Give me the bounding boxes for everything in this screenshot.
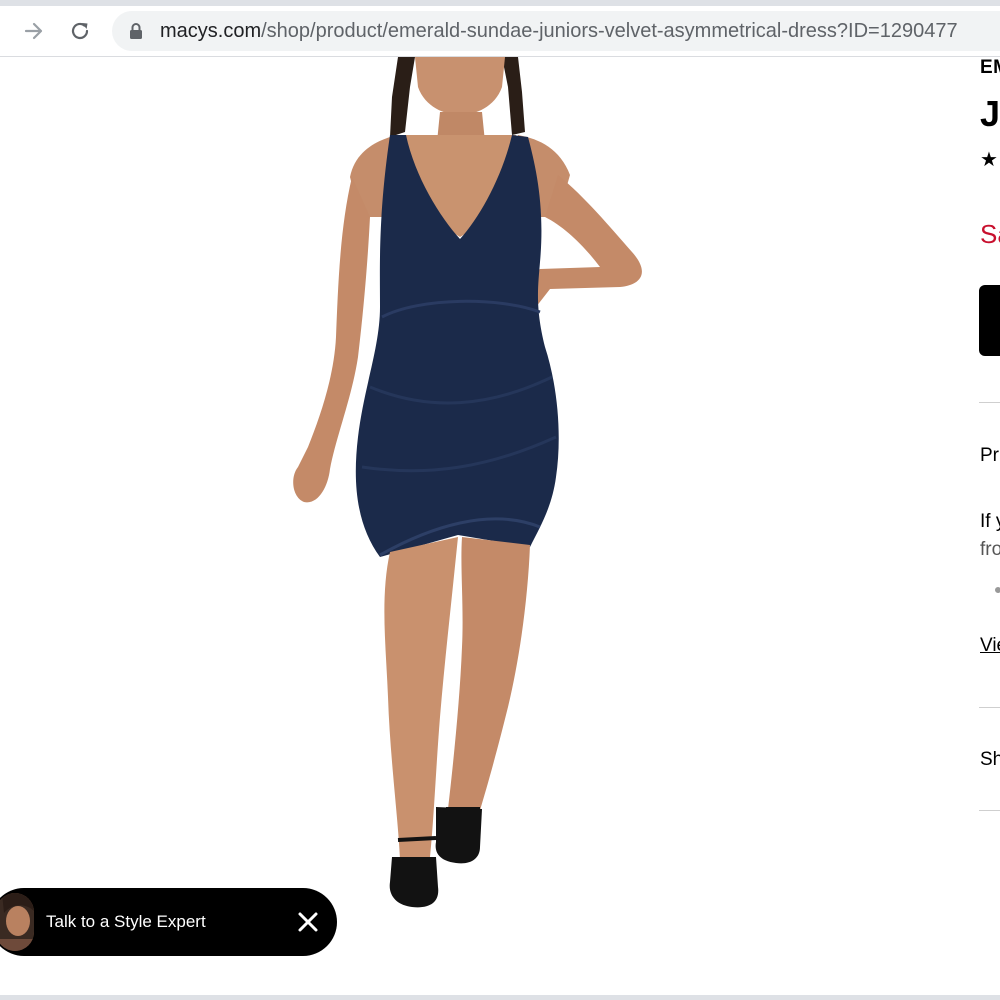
product-image[interactable]	[240, 57, 700, 977]
info-text-line-2: fro	[980, 539, 1000, 560]
reload-icon	[71, 22, 89, 40]
stylist-avatar-image	[0, 893, 34, 951]
pricing-policy-heading: Pr	[980, 445, 999, 466]
reload-button[interactable]	[64, 15, 96, 47]
section-divider	[979, 402, 1000, 403]
bullet-point	[995, 587, 1000, 593]
arrow-right-icon	[24, 22, 43, 40]
rating-stars[interactable]: ★	[980, 147, 998, 172]
product-page: EM J ★ Sa Pr If y fro Vie Sh Talk to a S…	[0, 57, 1000, 995]
page-bottom-edge	[0, 995, 1000, 1000]
url-host: macys.com	[160, 20, 262, 42]
section-divider-3	[979, 810, 1000, 811]
forward-button[interactable]	[18, 15, 50, 47]
section-divider-2	[979, 707, 1000, 708]
product-title: J	[980, 93, 1000, 134]
close-icon[interactable]	[294, 908, 322, 936]
url-path: /shop/product/emerald-sundae-juniors-vel…	[261, 20, 958, 42]
add-to-bag-button[interactable]	[979, 285, 1000, 356]
info-text-line: If y	[980, 511, 1000, 532]
address-bar[interactable]: macys.com/shop/product/emerald-sundae-ju…	[112, 11, 1000, 51]
view-details-link[interactable]: Vie	[980, 635, 1000, 657]
lock-icon	[130, 23, 142, 39]
product-brand[interactable]: EM	[980, 57, 1000, 79]
browser-toolbar: macys.com/shop/product/emerald-sundae-ju…	[0, 6, 1000, 57]
url-text: macys.com/shop/product/emerald-sundae-ju…	[160, 20, 958, 42]
sale-price: Sa	[980, 219, 1000, 249]
chat-label[interactable]: Talk to a Style Expert	[46, 912, 206, 932]
style-expert-chat-widget[interactable]: Talk to a Style Expert	[0, 888, 337, 956]
avatar	[0, 893, 34, 951]
shipping-heading[interactable]: Sh	[980, 749, 1000, 771]
